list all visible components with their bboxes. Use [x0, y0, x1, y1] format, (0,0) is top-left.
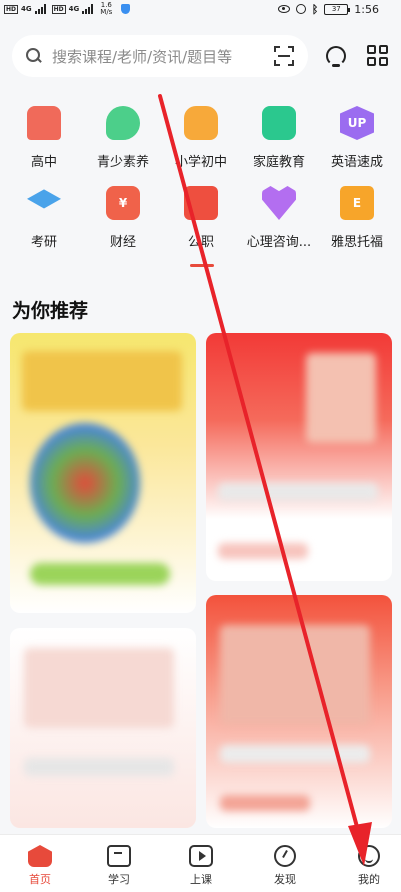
tab-class[interactable]: 上课: [161, 835, 241, 892]
category-label: 公职: [187, 235, 214, 250]
recommend-card[interactable]: [10, 333, 196, 613]
category-label: 小学初中: [174, 155, 227, 170]
tab-mine[interactable]: 我的: [329, 835, 401, 892]
tab-study[interactable]: 学习: [79, 835, 159, 892]
search-bar[interactable]: 搜索课程/老师/资讯/题目等: [12, 35, 308, 77]
category-xinli[interactable]: 心理咨询...: [239, 186, 319, 256]
section-title: 为你推荐: [12, 300, 89, 322]
category-gaozhong[interactable]: 高中: [4, 106, 84, 176]
compass-icon: [274, 845, 296, 867]
tab-label: 首页: [29, 873, 51, 886]
hd-badge: HD: [4, 4, 19, 14]
alarm-icon: [295, 4, 306, 14]
network-speed-unit: M/s: [100, 8, 113, 16]
heart-icon: [262, 186, 296, 220]
category-kaoyan[interactable]: 考研: [4, 186, 84, 256]
category-label: 高中: [30, 155, 57, 170]
profile-icon: [358, 845, 380, 867]
search-icon: [26, 48, 42, 64]
battery-icon: 37: [324, 3, 351, 15]
school-icon: [27, 106, 61, 140]
tab-label: 发现: [274, 873, 296, 886]
recommend-card[interactable]: [10, 628, 196, 828]
network-type-2: 4G: [68, 5, 80, 13]
book-icon: [262, 106, 296, 140]
category-yingyu[interactable]: UP 英语速成: [317, 106, 397, 176]
category-label: 英语速成: [330, 155, 383, 170]
signal-icon: [34, 4, 46, 14]
up-badge-icon: UP: [340, 106, 374, 140]
e-book-icon: E: [340, 186, 374, 220]
recommend-card[interactable]: [206, 333, 392, 581]
bottom-tab-bar: 首页 学习 上课 发现 我的: [0, 834, 401, 892]
category-label: 财经: [109, 235, 136, 250]
briefcase-icon: [184, 186, 218, 220]
study-icon: [107, 845, 131, 867]
scan-icon[interactable]: [274, 46, 294, 66]
category-caijing[interactable]: ¥ 财经: [83, 186, 163, 256]
category-gongzhi[interactable]: 公职: [161, 186, 241, 256]
tab-home[interactable]: 首页: [0, 835, 80, 892]
category-label: 青少素养: [96, 155, 149, 170]
bluetooth-icon: ᛒ: [311, 2, 319, 16]
tab-label: 上课: [190, 873, 212, 886]
play-icon: [189, 845, 213, 867]
network-speed: 1.6 M/s: [100, 2, 112, 16]
tab-discover[interactable]: 发现: [245, 835, 325, 892]
leaf-icon: [106, 106, 140, 140]
tab-label: 学习: [108, 873, 130, 886]
customer-service-icon[interactable]: [324, 44, 348, 68]
status-time: 1:56: [354, 2, 379, 16]
recommend-card[interactable]: [206, 595, 392, 828]
hd-badge-2: HD: [51, 4, 66, 14]
category-jiating[interactable]: 家庭教育: [239, 106, 319, 176]
category-yasi[interactable]: E 雅思托福: [317, 186, 397, 256]
yen-icon: ¥: [106, 186, 140, 220]
eye-icon: [277, 5, 290, 13]
shield-icon: [121, 4, 131, 14]
category-page-indicator: [190, 264, 214, 267]
category-xiaoxue[interactable]: 小学初中: [161, 106, 241, 176]
search-placeholder: 搜索课程/老师/资讯/题目等: [52, 47, 233, 66]
graduation-cap-icon: [27, 189, 61, 209]
category-label: 考研: [30, 235, 57, 250]
grid-menu-icon[interactable]: [367, 45, 389, 67]
category-label: 家庭教育: [252, 155, 305, 170]
category-qingshao[interactable]: 青少素养: [83, 106, 163, 176]
category-label: 心理咨询...: [246, 235, 312, 250]
signal-icon-2: [82, 4, 94, 14]
home-icon: [28, 845, 52, 867]
backpack-icon: [184, 106, 218, 140]
tab-label: 我的: [358, 873, 380, 886]
status-bar: HD 4G HD 4G 1.6 M/s ᛒ 37 1:56: [0, 0, 401, 18]
network-type-1: 4G: [21, 5, 32, 13]
category-label: 雅思托福: [330, 235, 383, 250]
